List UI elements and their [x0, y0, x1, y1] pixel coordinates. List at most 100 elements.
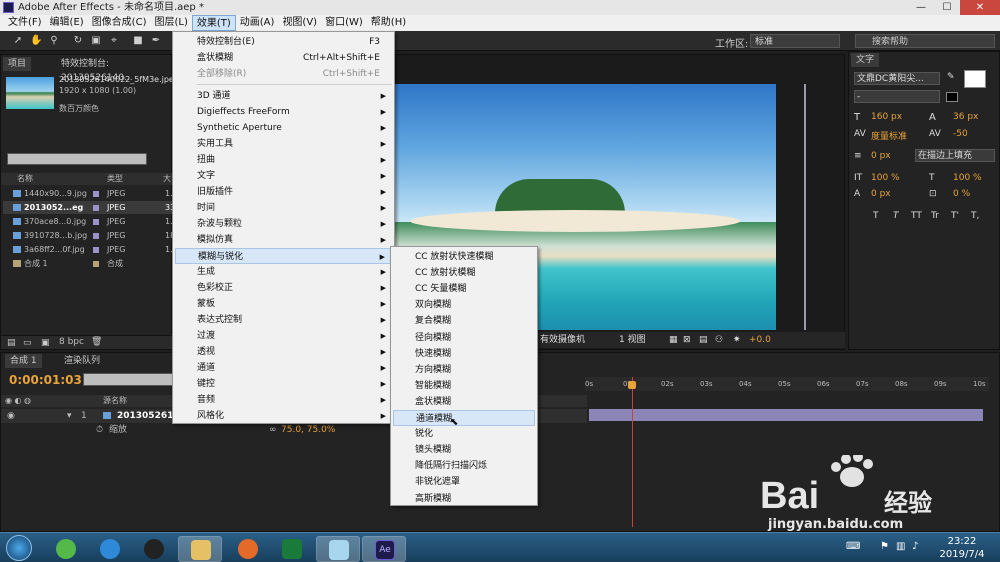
- playhead-handle[interactable]: [628, 381, 636, 389]
- effect-menu-item[interactable]: 通道 ▶: [175, 360, 392, 376]
- col-name[interactable]: 名称: [17, 173, 33, 185]
- stopwatch-icon[interactable]: ⏱: [96, 423, 103, 437]
- file-row[interactable]: 3910728...b.jpg JPEG 18: [3, 229, 175, 242]
- blur-submenu-item[interactable]: 非锐化遮罩: [393, 474, 535, 490]
- blur-submenu-item[interactable]: CC 放射状模糊: [393, 265, 535, 281]
- effect-menu-item[interactable]: 盒状模糊 Ctrl+Alt+Shift+E: [175, 50, 392, 66]
- horizontal-scale-value[interactable]: 100 %: [953, 173, 982, 183]
- menu-help[interactable]: 帮助(H): [367, 15, 410, 31]
- tray-volume-icon[interactable]: ♪: [912, 541, 918, 552]
- menu-effect[interactable]: 效果(T): [191, 15, 236, 31]
- label-color-swatch[interactable]: [93, 246, 99, 253]
- menu-view[interactable]: 视图(V): [278, 15, 321, 31]
- eye-icon[interactable]: ◉: [7, 409, 15, 423]
- link-icon[interactable]: ∞: [269, 423, 277, 437]
- menu-layer[interactable]: 图层(L): [150, 15, 191, 31]
- zoom-tool-icon[interactable]: ⚲: [48, 35, 60, 47]
- menu-edit[interactable]: 编辑(E): [46, 15, 88, 31]
- exposure-icon[interactable]: ✷: [733, 332, 741, 348]
- tab-render-queue[interactable]: 渲染队列: [59, 354, 105, 368]
- active-camera-select[interactable]: 有效摄像机: [540, 332, 585, 348]
- tab-text[interactable]: 文字: [851, 53, 880, 67]
- stroke-width-value[interactable]: 0 px: [871, 151, 891, 161]
- blur-submenu-item[interactable]: 盒状模糊: [393, 394, 535, 410]
- time-ruler[interactable]: 0s 01s 02s 03s 04s 05s 06s 07s 08s 09s 1…: [585, 377, 989, 391]
- blur-submenu-item[interactable]: 复合模糊: [393, 313, 535, 329]
- taskbar-app-notes[interactable]: [316, 536, 360, 562]
- effect-menu-item[interactable]: 风格化 ▶: [175, 408, 392, 424]
- effect-menu-item[interactable]: 键控 ▶: [175, 376, 392, 392]
- blur-submenu-item[interactable]: 方向模糊: [393, 362, 535, 378]
- effect-menu-item[interactable]: Digieffects FreeForm ▶: [175, 104, 392, 120]
- maximize-button[interactable]: ☐: [934, 0, 960, 15]
- rectangle-tool-icon[interactable]: ■: [132, 35, 144, 47]
- file-row[interactable]: 2013052...eg JPEG 33: [3, 201, 175, 214]
- menu-composition[interactable]: 图像合成(C): [88, 15, 151, 31]
- menu-animation[interactable]: 动画(A): [236, 15, 279, 31]
- effect-menu-item[interactable]: Synthetic Aperture ▶: [175, 120, 392, 136]
- blur-submenu-item[interactable]: CC 放射状快速模糊: [393, 249, 535, 265]
- blur-submenu-item[interactable]: 镜头模糊: [393, 442, 535, 458]
- all-caps-button[interactable]: TT: [911, 211, 922, 221]
- effect-menu-item[interactable]: 文字 ▶: [175, 168, 392, 184]
- help-search-input[interactable]: 搜索帮助: [855, 34, 995, 48]
- effect-menu-item[interactable]: 过渡 ▶: [175, 328, 392, 344]
- faux-italic-button[interactable]: T: [893, 211, 899, 221]
- effect-menu-item[interactable]: 扭曲 ▶: [175, 152, 392, 168]
- tab-effect-controls[interactable]: 特效控制台: 20130526140...: [56, 57, 171, 83]
- workspace-select[interactable]: 标准: [750, 34, 840, 48]
- font-style-select[interactable]: -: [854, 90, 940, 103]
- col-type[interactable]: 类型: [107, 173, 123, 185]
- label-color-swatch[interactable]: [93, 218, 99, 225]
- stroke-mode-select[interactable]: 在描边上填充: [915, 149, 995, 162]
- effect-menu-item[interactable]: 音频 ▶: [175, 392, 392, 408]
- property-value[interactable]: 75.0, 75.0%: [281, 423, 335, 437]
- tray-network-icon[interactable]: ▥: [896, 541, 905, 552]
- views-select[interactable]: 1 视图: [619, 332, 646, 348]
- taskbar-app-video[interactable]: [270, 536, 314, 562]
- blur-submenu-item[interactable]: 降低隔行扫描闪烁: [393, 458, 535, 474]
- tab-composition[interactable]: 合成 1: [5, 354, 42, 368]
- col-size[interactable]: 大: [163, 173, 171, 185]
- current-time-indicator[interactable]: [632, 377, 633, 527]
- effect-menu-item[interactable]: 实用工具 ▶: [175, 136, 392, 152]
- trash-icon[interactable]: 🗑: [91, 337, 102, 347]
- file-row[interactable]: 合成 1 合成: [3, 257, 173, 270]
- font-family-select[interactable]: 文鼎DC黄阳尖...: [854, 72, 940, 85]
- label-color-swatch[interactable]: [93, 232, 99, 239]
- file-row[interactable]: 1440x90...9.jpg JPEG 1.: [3, 187, 173, 200]
- eyedropper-icon[interactable]: ✎: [947, 72, 955, 82]
- label-color-swatch[interactable]: [93, 204, 99, 211]
- effect-menu-item[interactable]: 色彩校正 ▶: [175, 280, 392, 296]
- flowchart-icon[interactable]: ⚇: [715, 332, 723, 348]
- baseline-shift-value[interactable]: 0 px: [871, 189, 891, 199]
- selection-tool-icon[interactable]: ➚: [12, 35, 24, 47]
- taskbar-app-explorer[interactable]: [178, 536, 222, 562]
- taskbar-app-qq[interactable]: [132, 536, 176, 562]
- pen-tool-icon[interactable]: ✒: [150, 35, 162, 47]
- effect-menu-item[interactable]: 模糊与锐化 ▶: [175, 248, 392, 264]
- kerning-value[interactable]: 度量标准: [871, 129, 907, 142]
- tray-flag-icon[interactable]: ⚑: [880, 541, 889, 552]
- minimize-button[interactable]: —: [908, 0, 934, 15]
- label-color-swatch[interactable]: [93, 260, 99, 267]
- project-search-input[interactable]: [7, 153, 147, 165]
- viewer-guide-slider[interactable]: [804, 84, 806, 330]
- camera-tool-icon[interactable]: ▣: [90, 35, 102, 47]
- fill-color-swatch[interactable]: [964, 70, 986, 88]
- superscript-button[interactable]: T': [951, 211, 959, 221]
- system-clock[interactable]: 23:22 2019/7/4: [932, 535, 992, 561]
- timecode[interactable]: 0:00:01:03: [9, 373, 82, 387]
- blur-submenu-item[interactable]: 锐化: [393, 426, 535, 442]
- taskbar-app-360[interactable]: [44, 536, 88, 562]
- font-size-value[interactable]: 160 px: [871, 112, 902, 122]
- effect-menu-item[interactable]: 杂波与颗粒 ▶: [175, 216, 392, 232]
- effect-menu-item[interactable]: 表达式控制 ▶: [175, 312, 392, 328]
- interpret-footage-icon[interactable]: ▤: [7, 338, 16, 348]
- timeline-search-input[interactable]: [83, 373, 183, 386]
- blur-submenu-item[interactable]: 快速模糊: [393, 346, 535, 362]
- tracking-value[interactable]: -50: [953, 129, 968, 139]
- tab-project[interactable]: 项目: [3, 57, 32, 71]
- taskbar-app-after-effects[interactable]: Ae: [362, 536, 406, 562]
- blur-submenu-item[interactable]: 双向模糊: [393, 297, 535, 313]
